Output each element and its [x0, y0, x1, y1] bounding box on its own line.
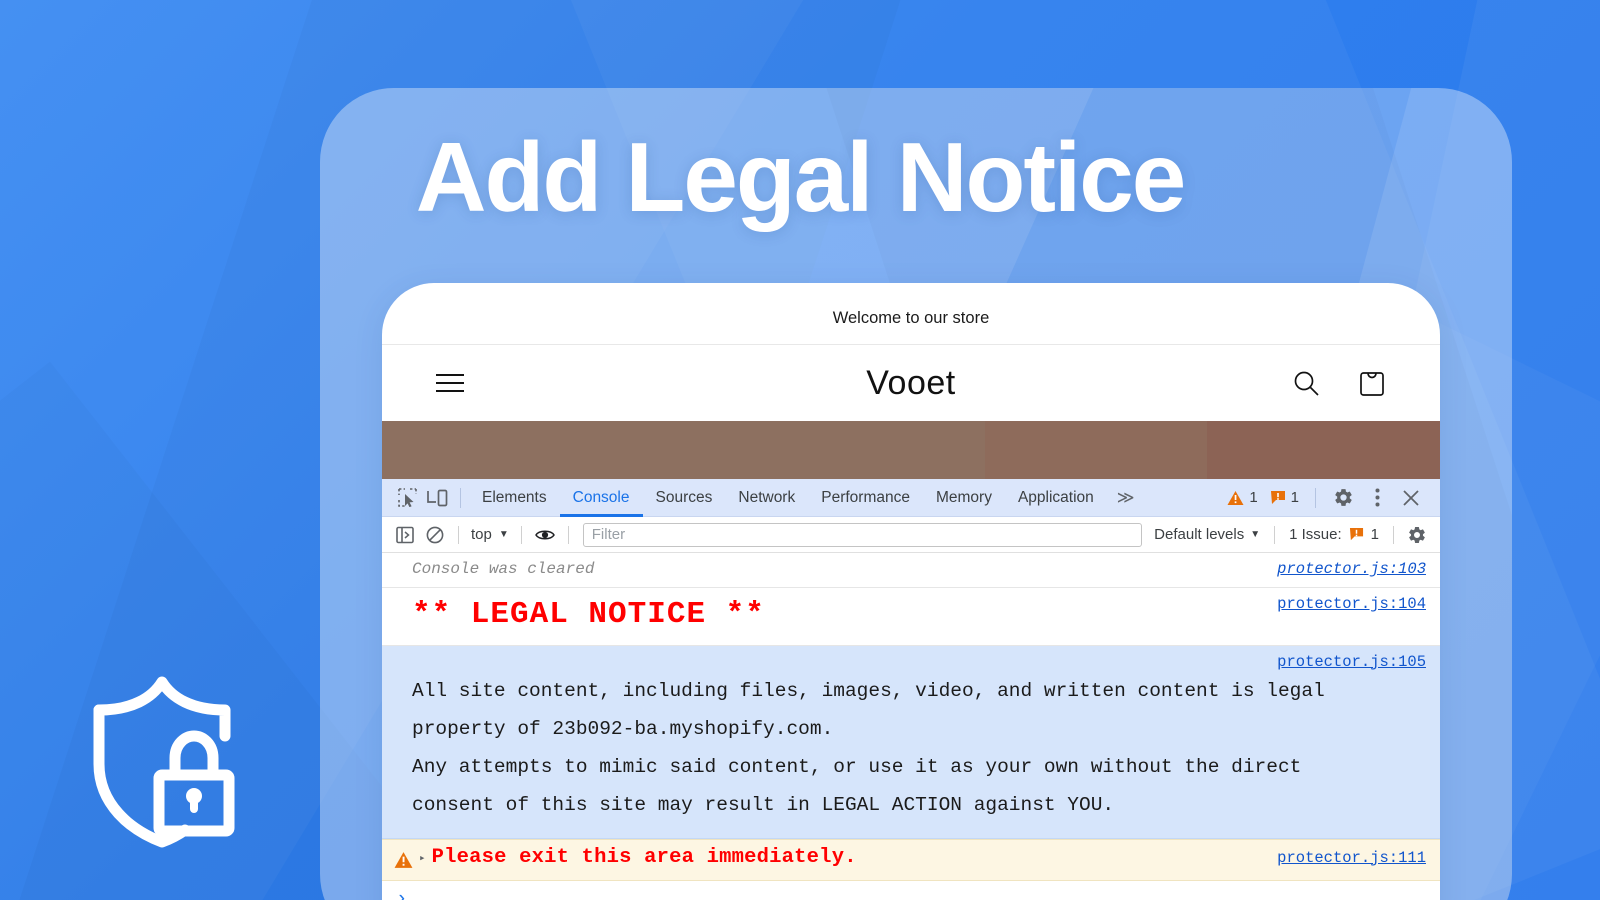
issues-summary[interactable]: 1 Issue: 1 — [1283, 526, 1385, 543]
console-filter-input[interactable]: Filter — [582, 522, 1143, 547]
error-count: 1 — [1290, 489, 1299, 506]
tab-performance[interactable]: Performance — [808, 479, 923, 517]
tab-memory[interactable]: Memory — [923, 479, 1005, 517]
inspect-element-icon[interactable] — [392, 485, 422, 511]
console-filter-toolbar: top ▼ Filter Default levels ▼ 1 Issue: 1 — [382, 517, 1440, 553]
log-levels-label: Default levels — [1154, 526, 1245, 543]
store-brand-name: Vooet — [866, 363, 956, 402]
devtools-tabbar: Elements Console Sources Network Perform… — [382, 479, 1440, 517]
console-row-legal-notice[interactable]: ** LEGAL NOTICE ** protector.js:104 — [382, 588, 1440, 646]
store-announcement-bar: Welcome to our store — [382, 283, 1440, 345]
chevron-down-icon: ▼ — [498, 529, 509, 540]
toolbar-divider — [520, 525, 522, 544]
source-link[interactable]: protector.js:104 — [1277, 595, 1426, 613]
legal-body-line: consent of this site may result in LEGAL… — [412, 793, 1115, 816]
toolbar-divider — [460, 487, 461, 508]
shopping-bag-icon[interactable] — [1356, 367, 1388, 399]
store-announcement-text: Welcome to our store — [832, 309, 990, 327]
console-prompt[interactable]: › — [382, 881, 1440, 900]
legal-notice-heading: ** LEGAL NOTICE ** — [412, 597, 765, 632]
source-link[interactable]: protector.js:105 — [1277, 653, 1426, 671]
console-settings-gear-icon[interactable] — [1402, 522, 1432, 548]
live-expression-eye-icon[interactable] — [530, 522, 560, 548]
warning-message-text: Please exit this area immediately. — [431, 845, 857, 869]
more-tabs-icon[interactable]: ≫ — [1107, 488, 1145, 508]
close-icon[interactable] — [1396, 485, 1426, 511]
warning-triangle-icon — [394, 851, 413, 868]
execution-context-selector[interactable]: top ▼ — [467, 526, 513, 543]
toolbar-divider — [458, 525, 459, 544]
toolbar-divider — [1274, 525, 1276, 544]
issues-label: 1 Issue: — [1289, 526, 1342, 543]
console-row-warning[interactable]: ▸ Please exit this area immediately. pro… — [382, 838, 1440, 881]
warning-triangle-icon — [1227, 490, 1244, 505]
expand-arrow-icon[interactable]: ▸ — [419, 846, 426, 872]
page-title: Add Legal Notice — [415, 122, 1186, 232]
log-levels-selector[interactable]: Default levels ▼ — [1148, 526, 1266, 543]
store-hero-banner — [382, 421, 1440, 479]
toolbar-divider — [567, 525, 569, 544]
store-header: Vooet — [382, 345, 1440, 421]
more-options-icon[interactable] — [1362, 485, 1392, 511]
prompt-chevron-icon: › — [396, 887, 408, 900]
device-mockup: Welcome to our store Vooet Elements Cons… — [382, 283, 1440, 900]
tab-console[interactable]: Console — [560, 479, 643, 517]
toolbar-divider — [1393, 525, 1394, 544]
legal-body-line: All site content, including files, image… — [412, 679, 1325, 702]
issue-icon — [1270, 490, 1285, 504]
source-link[interactable]: protector.js:111 — [1277, 849, 1426, 867]
legal-body-line: Any attempts to mimic said content, or u… — [412, 755, 1302, 778]
console-row-legal-body[interactable]: All site content, including files, image… — [382, 645, 1440, 839]
warning-count: 1 — [1249, 489, 1258, 506]
gear-icon[interactable] — [1328, 485, 1358, 511]
console-sidebar-icon[interactable] — [390, 522, 420, 548]
error-count-badge[interactable]: 1 — [1266, 489, 1303, 506]
shield-lock-icon — [88, 672, 236, 850]
console-cleared-text: Console was cleared — [412, 560, 595, 578]
tab-sources[interactable]: Sources — [643, 479, 726, 517]
tab-network[interactable]: Network — [725, 479, 808, 517]
issues-count: 1 — [1370, 526, 1379, 543]
console-message-list: Console was cleared protector.js:103 ** … — [382, 553, 1440, 900]
search-icon[interactable] — [1290, 367, 1322, 399]
warning-count-badge[interactable]: 1 — [1223, 489, 1261, 506]
execution-context-label: top — [471, 526, 492, 543]
issue-icon — [1349, 527, 1363, 541]
hamburger-menu-icon[interactable] — [434, 367, 466, 399]
tab-elements[interactable]: Elements — [469, 479, 560, 517]
source-link[interactable]: protector.js:103 — [1277, 560, 1426, 578]
clear-console-icon[interactable] — [420, 522, 450, 548]
device-toolbar-icon[interactable] — [422, 485, 452, 511]
toolbar-divider — [1315, 487, 1316, 508]
console-row-cleared[interactable]: Console was cleared protector.js:103 — [382, 553, 1440, 588]
chevron-down-icon: ▼ — [1250, 529, 1261, 540]
legal-body-line: property of 23b092-ba.myshopify.com. — [412, 717, 834, 740]
tab-application[interactable]: Application — [1005, 479, 1107, 517]
devtools-panel: Elements Console Sources Network Perform… — [382, 479, 1440, 900]
